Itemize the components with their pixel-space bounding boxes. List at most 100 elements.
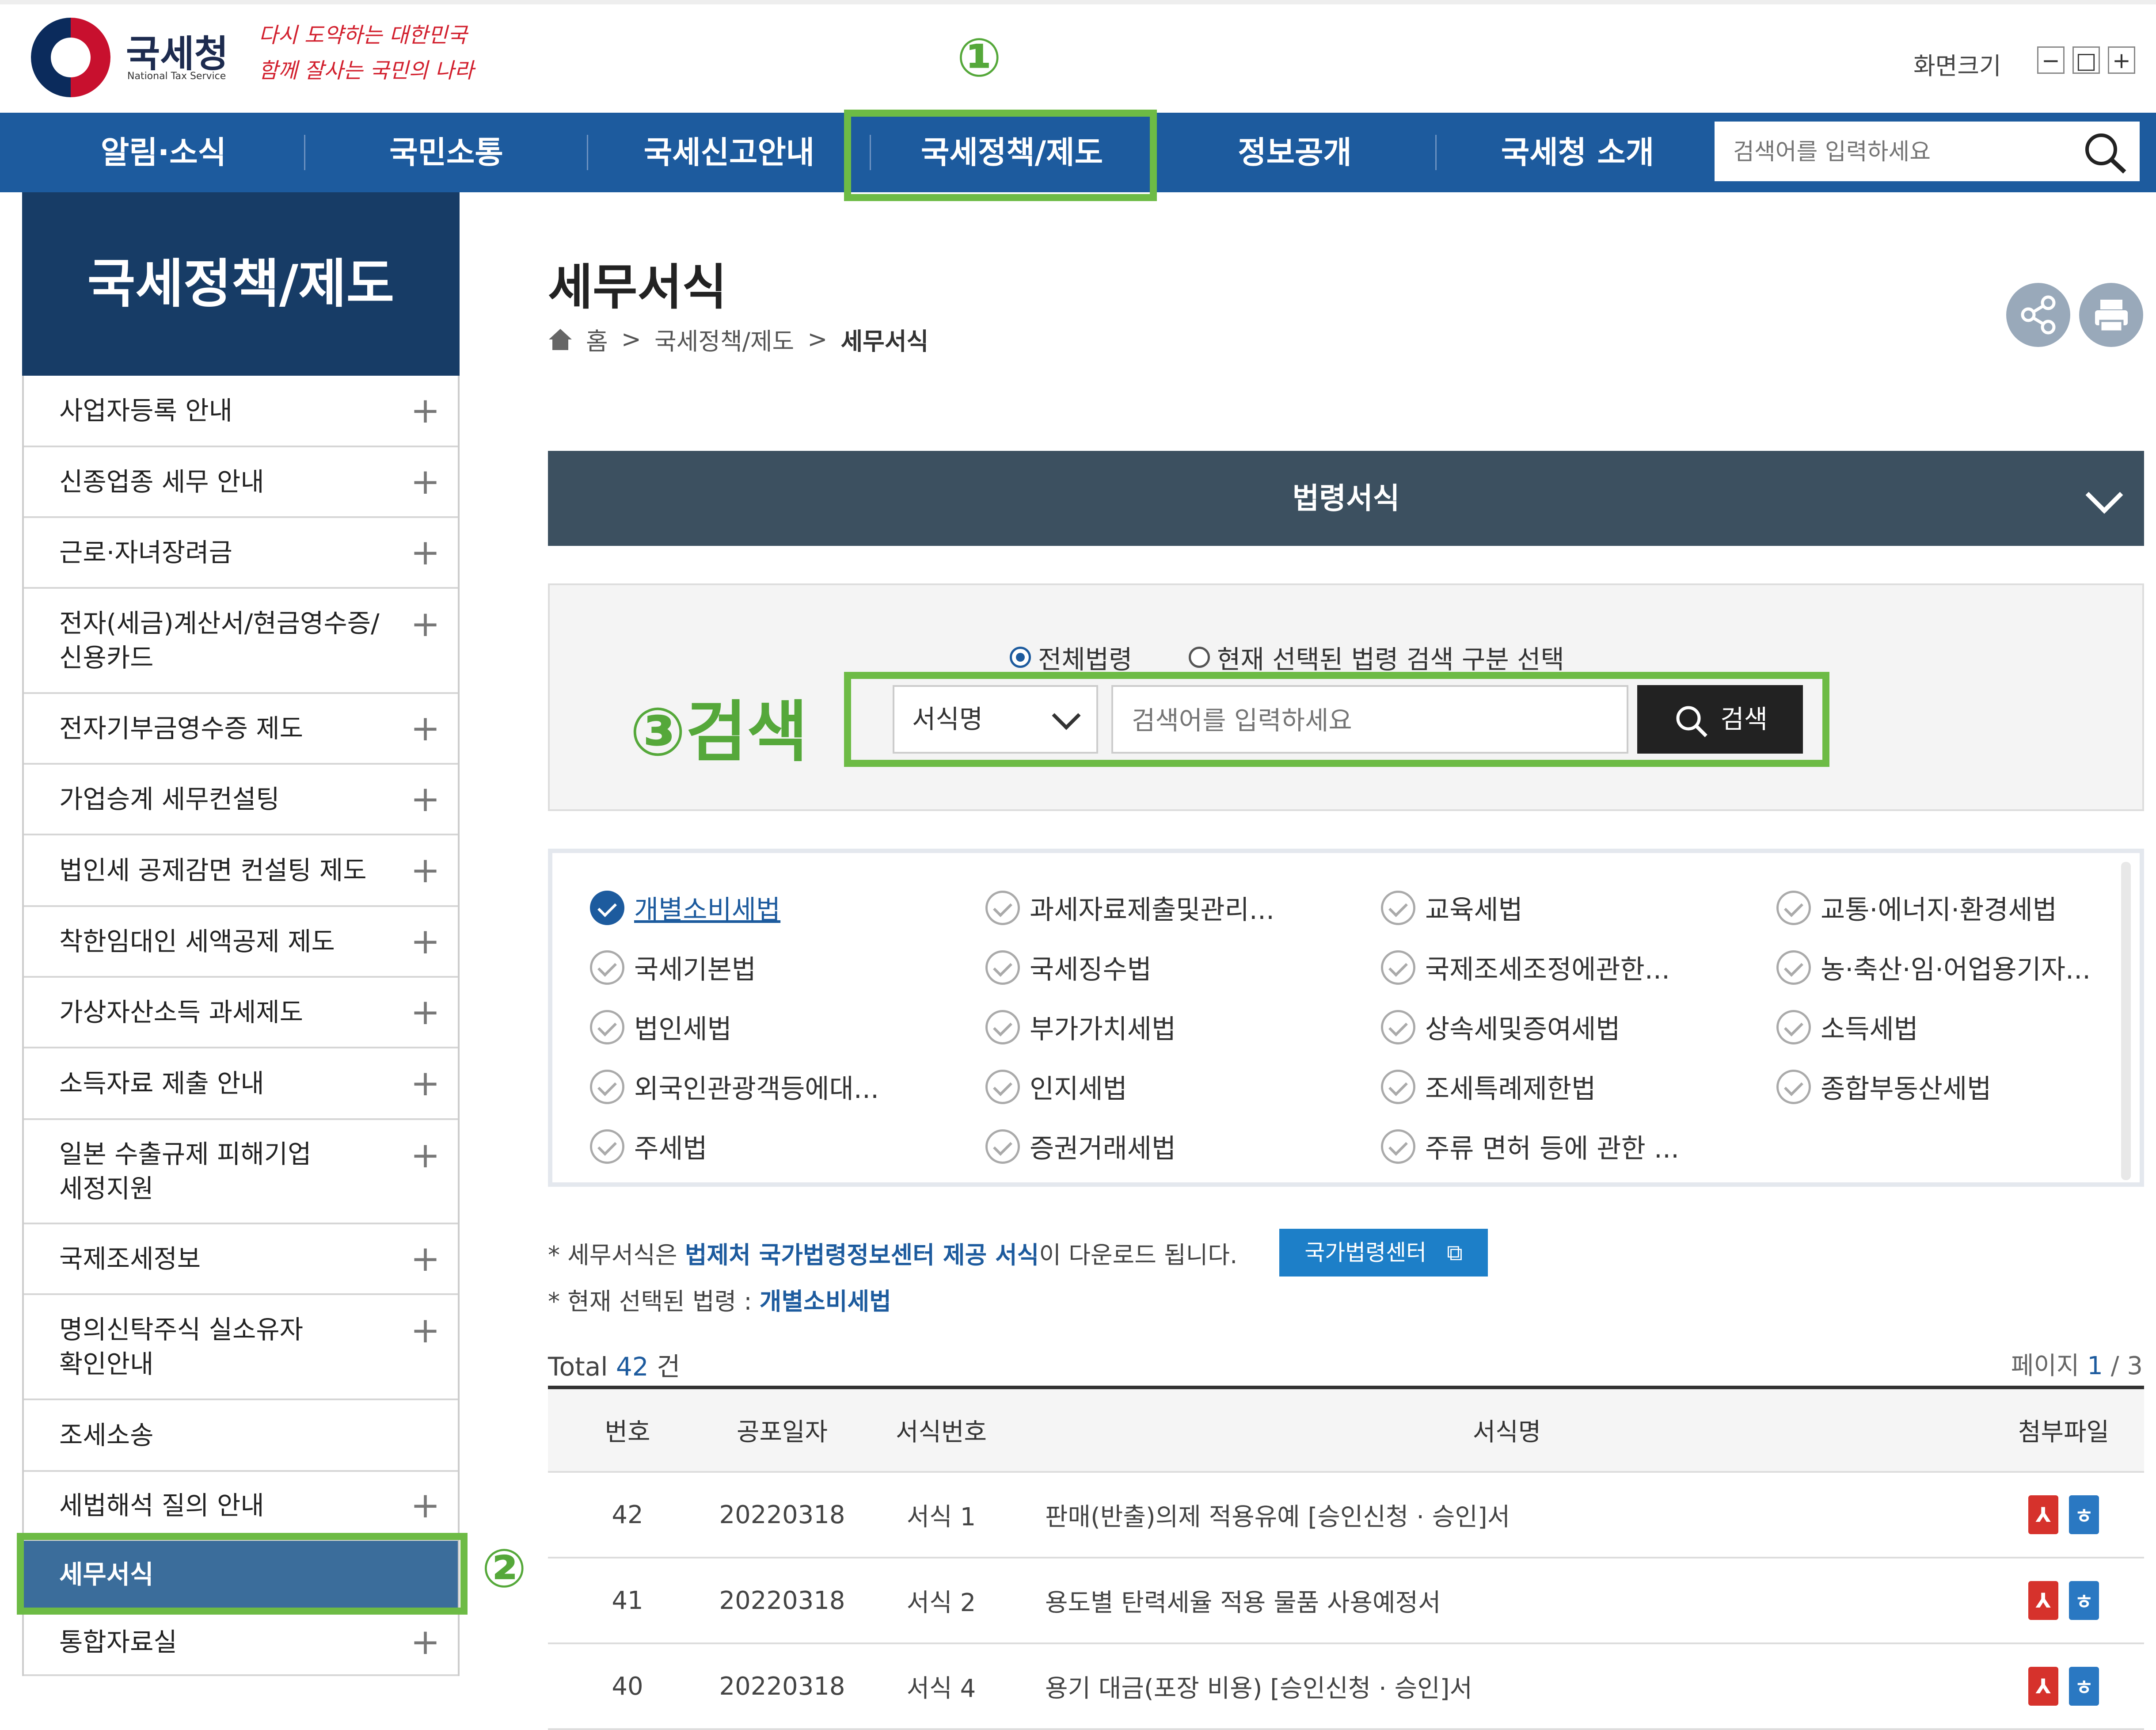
pdf-file-icon[interactable]: ⅄: [2028, 1667, 2058, 1706]
cell-form-name[interactable]: 판매(반출)의제 적용유예 [승인신청 · 승인]서: [1045, 1473, 1991, 1557]
law-item[interactable]: 상속세및증여세법: [1381, 1008, 1620, 1046]
sidebar-item-earned-income-credit[interactable]: 근로·자녀장려금 +: [24, 518, 458, 589]
cell-form-no: 서식 1: [906, 1502, 976, 1532]
law-item[interactable]: 교육세법: [1381, 888, 1523, 927]
expand-plus-icon[interactable]: +: [411, 1624, 440, 1660]
expand-plus-icon[interactable]: +: [411, 1241, 440, 1277]
law-item[interactable]: 국제조세조정에관한...: [1381, 948, 1670, 987]
expand-plus-icon[interactable]: +: [411, 924, 440, 959]
sidebar-item-e-invoice[interactable]: 전자(세금)계산서/현금영수증/ 신용카드 +: [24, 589, 458, 694]
radio-unchecked-icon[interactable]: [1189, 647, 1210, 668]
expand-plus-icon[interactable]: +: [411, 711, 440, 746]
sidebar-item-label: 법인세 공제감면 컨설팅 제도: [59, 855, 367, 885]
sidebar-item-business-registration[interactable]: 사업자등록 안내 +: [24, 376, 458, 447]
sidebar-item-virtual-asset-tax[interactable]: 가상자산소득 과세제도 +: [24, 978, 458, 1048]
expand-plus-icon[interactable]: +: [411, 1488, 440, 1523]
breadcrumb-home[interactable]: 홈: [586, 322, 608, 357]
check-icon: [1381, 1069, 1415, 1104]
law-item[interactable]: 주류 면허 등에 관한 ...: [1381, 1127, 1679, 1166]
pdf-file-icon[interactable]: ⅄: [2028, 1581, 2058, 1620]
pdf-file-icon[interactable]: ⅄: [2028, 1495, 2058, 1534]
expand-plus-icon[interactable]: +: [411, 781, 440, 817]
law-item[interactable]: 국세징수법: [985, 948, 1152, 987]
sidebar-item-succession-consulting[interactable]: 가업승계 세무컨설팅 +: [24, 765, 458, 835]
nav-item-disclosure[interactable]: 정보공개: [1158, 113, 1432, 192]
law-item[interactable]: 주세법: [590, 1127, 707, 1166]
table-row[interactable]: 42 20220318 서식 1 판매(반출)의제 적용유예 [승인신청 · 승…: [548, 1473, 2144, 1559]
law-item[interactable]: 인지세법: [985, 1067, 1127, 1106]
law-item[interactable]: 종합부동산세법: [1776, 1067, 1991, 1106]
law-item[interactable]: 증권거래세법: [985, 1127, 1176, 1166]
hwp-file-icon[interactable]: ㅎ: [2069, 1667, 2099, 1706]
logo-text[interactable]: 국세청: [126, 24, 228, 78]
sidebar-item-data-room[interactable]: 통합자료실 +: [24, 1610, 458, 1676]
font-increase-button[interactable]: +: [2108, 46, 2135, 74]
sidebar-item-new-business[interactable]: 신종업종 세무 안내 +: [24, 447, 458, 518]
nav-item-about[interactable]: 국세청 소개: [1441, 113, 1715, 192]
annotation-box-3: [844, 672, 1829, 767]
expand-plus-icon[interactable]: +: [411, 853, 440, 888]
hwp-file-icon[interactable]: ㅎ: [2069, 1495, 2099, 1534]
law-item[interactable]: 법인세법: [590, 1008, 732, 1046]
sidebar-item-tax-litigation[interactable]: 조세소송: [24, 1400, 458, 1472]
expand-plus-icon[interactable]: +: [411, 1313, 440, 1348]
radio-checked-icon[interactable]: [1010, 647, 1031, 668]
law-item[interactable]: 교통·에너지·환경세법: [1776, 888, 2057, 927]
font-decrease-button[interactable]: −: [2037, 46, 2065, 74]
sidebar-item-label: 소득자료 제출 안내: [59, 1068, 264, 1098]
check-icon: [1776, 950, 1811, 985]
sidebar-item-label: 근로·자녀장려금: [59, 537, 232, 568]
expand-plus-icon[interactable]: +: [411, 535, 440, 570]
sidebar-item-tax-interpretation[interactable]: 세법해석 질의 안내 +: [24, 1472, 458, 1541]
check-icon: [1776, 1069, 1811, 1104]
expand-plus-icon[interactable]: +: [411, 995, 440, 1030]
scrollbar[interactable]: [2121, 862, 2131, 1180]
nav-item-news[interactable]: 알림·소식: [27, 113, 300, 192]
table-row[interactable]: 40 20220318 서식 4 용기 대금(포장 비용) [승인신청 · 승인…: [548, 1644, 2144, 1730]
national-law-center-button[interactable]: 국가법령센터 ⧉: [1279, 1229, 1488, 1277]
law-item[interactable]: 소득세법: [1776, 1008, 1918, 1046]
sidebar-item-nominee-stock[interactable]: 명의신탁주식 실소유자 확인안내 +: [24, 1295, 458, 1400]
print-button[interactable]: [2079, 283, 2143, 347]
sidebar-item-japan-export[interactable]: 일본 수출규제 피해기업 세정지원 +: [24, 1120, 458, 1224]
law-forms-dropdown[interactable]: 법령서식: [548, 451, 2144, 546]
law-item[interactable]: 외국인관광객등에대...: [590, 1067, 879, 1106]
share-button[interactable]: [2006, 283, 2070, 347]
sidebar-item-income-data[interactable]: 소득자료 제출 안내 +: [24, 1048, 458, 1120]
nts-logo-icon[interactable]: [31, 18, 110, 97]
law-item[interactable]: 국세기본법: [590, 948, 756, 987]
law-item[interactable]: 개별소비세법: [590, 888, 780, 927]
home-icon[interactable]: [548, 328, 573, 351]
sidebar-item-donation-receipt[interactable]: 전자기부금영수증 제도 +: [24, 694, 458, 765]
law-item[interactable]: 농·축산·임·어업용기자...: [1776, 948, 2091, 987]
nav-item-filing-guide[interactable]: 국세신고안내: [592, 113, 866, 192]
slogan: 다시 도약하는 대한민국 함께 잘사는 국민의 나라: [259, 18, 479, 93]
radio-all-laws[interactable]: 전체법령: [1010, 639, 1132, 676]
nav-item-communication[interactable]: 국민소통: [309, 113, 583, 192]
download-note: * 세무서식은 법제처 국가법령정보센터 제공 서식이 다운로드 됩니다.: [548, 1241, 1238, 1269]
breadcrumb-tax-policy[interactable]: 국세정책/제도: [654, 322, 794, 357]
annotation-number-1: ①: [957, 27, 1002, 89]
search-icon[interactable]: [2081, 130, 2130, 174]
law-item[interactable]: 조세특례제한법: [1381, 1067, 1596, 1106]
expand-plus-icon[interactable]: +: [411, 1138, 440, 1173]
hwp-file-icon[interactable]: ㅎ: [2069, 1581, 2099, 1620]
sidebar-item-international-tax[interactable]: 국제조세정보 +: [24, 1224, 458, 1295]
top-search-input[interactable]: [1732, 133, 2079, 171]
breadcrumb-current: 세무서식: [840, 328, 929, 355]
law-item[interactable]: 부가가치세법: [985, 1008, 1176, 1046]
sidebar-item-good-landlord[interactable]: 착한임대인 세액공제 제도 +: [24, 907, 458, 978]
radio-selected-law[interactable]: 현재 선택된 법령 검색 구분 선택: [1189, 639, 1564, 676]
cell-no: 42: [612, 1500, 643, 1529]
table-row[interactable]: 41 20220318 서식 2 용도별 탄력세율 적용 물품 사용예정서 ⅄ ㅎ: [548, 1559, 2144, 1644]
font-reset-button[interactable]: □: [2072, 46, 2100, 74]
cell-form-name[interactable]: 용도별 탄력세율 적용 물품 사용예정서: [1045, 1559, 1991, 1642]
sidebar-item-label: 명의신탁주식 실소유자 확인안내: [59, 1315, 304, 1379]
expand-plus-icon[interactable]: +: [411, 1066, 440, 1101]
expand-plus-icon[interactable]: +: [411, 606, 440, 642]
cell-form-name[interactable]: 용기 대금(포장 비용) [승인신청 · 승인]서: [1045, 1644, 1991, 1728]
law-item[interactable]: 과세자료제출및관리...: [985, 888, 1274, 927]
sidebar-item-corporate-tax-consulting[interactable]: 법인세 공제감면 컨설팅 제도 +: [24, 835, 458, 907]
expand-plus-icon[interactable]: +: [411, 464, 440, 499]
expand-plus-icon[interactable]: +: [411, 393, 440, 428]
